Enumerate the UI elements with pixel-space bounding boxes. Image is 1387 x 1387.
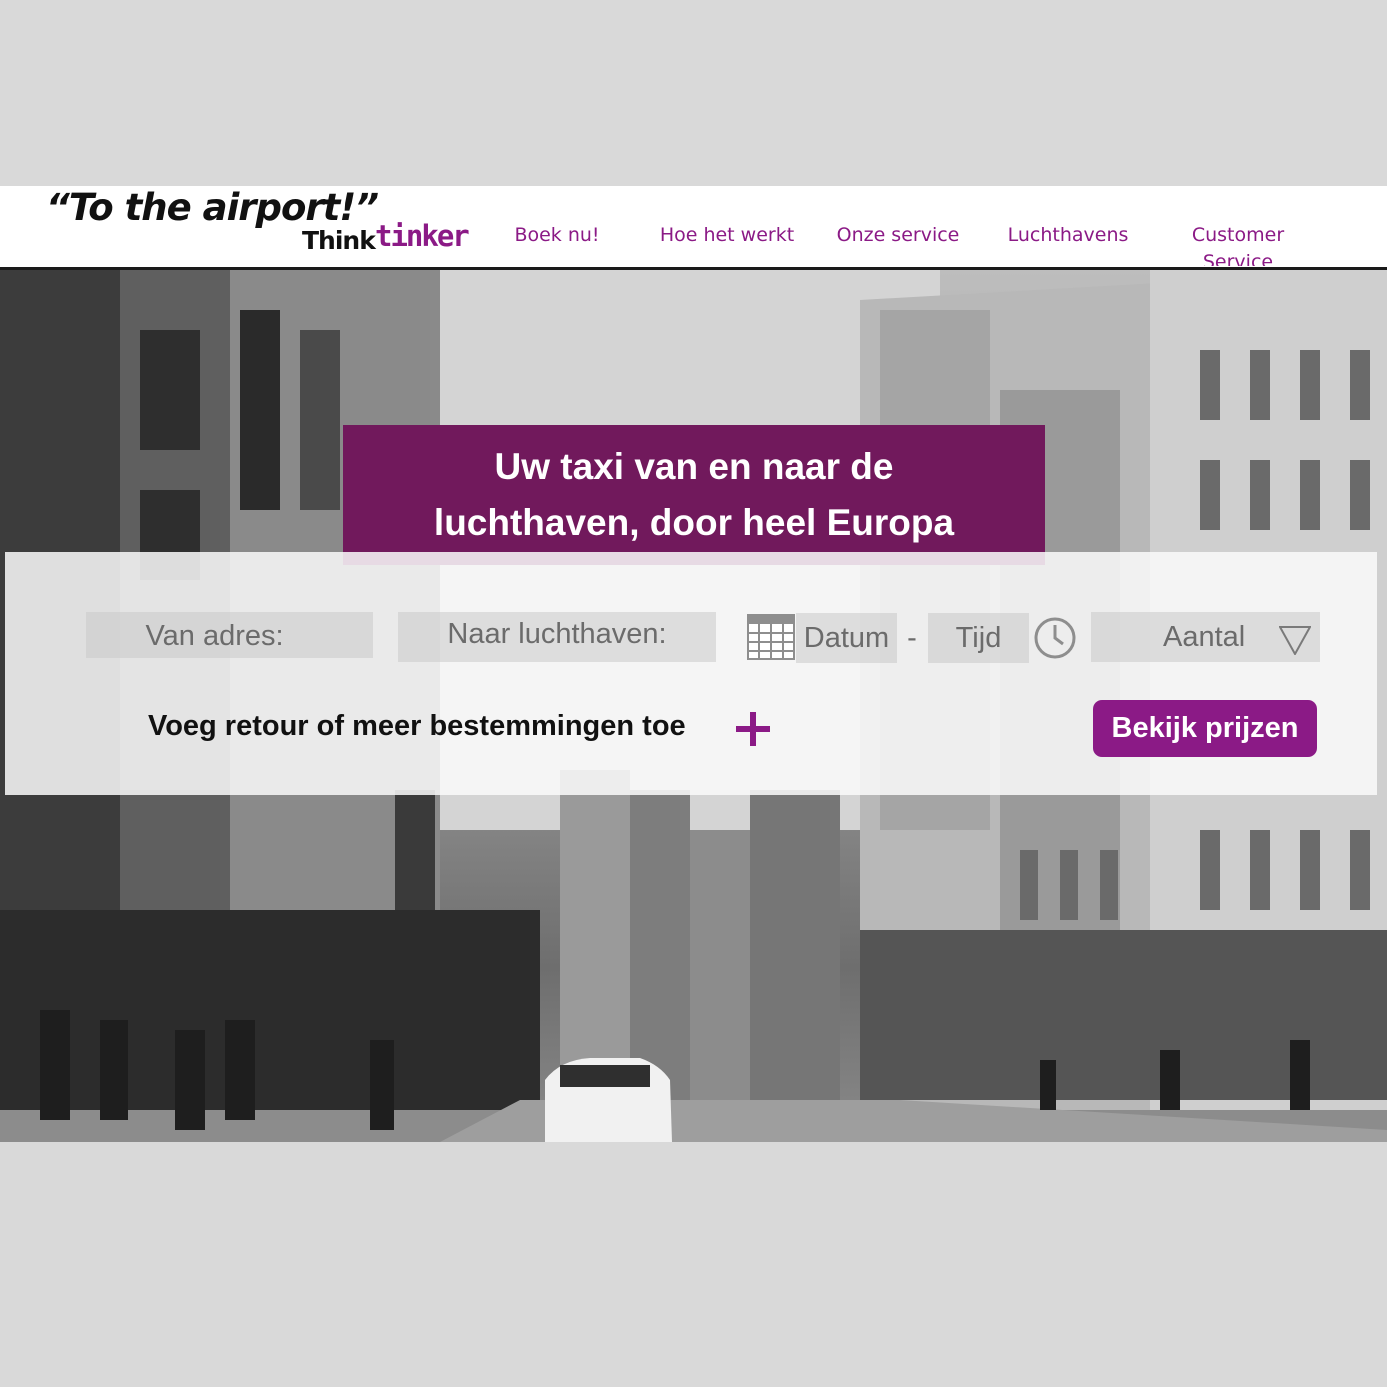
add-return-label[interactable]: Voeg retour of meer bestemmingen toe (148, 710, 686, 743)
view-prices-button[interactable]: Bekijk prijzen (1093, 700, 1317, 757)
hero-headline: Uw taxi van en naar de luchthaven, door … (343, 425, 1045, 565)
passenger-count-label: Aantal (1163, 621, 1246, 653)
passenger-count-select[interactable]: Aantal (1091, 612, 1320, 662)
clock-icon[interactable] (1033, 616, 1077, 660)
top-header: “To the airport!” Think tinker Boek nu! … (0, 186, 1387, 270)
to-airport-input[interactable]: Naar luchthaven: (398, 612, 716, 662)
nav-boek-nu[interactable]: Boek nu! (512, 222, 602, 249)
calendar-icon[interactable] (747, 613, 795, 661)
booking-panel (5, 552, 1377, 795)
logo-tinker[interactable]: tinker (375, 219, 470, 253)
date-input[interactable]: Datum (796, 613, 897, 663)
date-time-separator: - (907, 622, 917, 654)
logo-think[interactable]: Think (302, 226, 376, 255)
nav-hoe-het-werkt[interactable]: Hoe het werkt (656, 222, 798, 249)
logo-slogan[interactable]: “To the airport!” (46, 186, 379, 229)
chevron-down-icon (1278, 621, 1312, 657)
nav-customer-service[interactable]: Customer Service (1178, 222, 1298, 266)
headline-line-1: Uw taxi van en naar de (494, 446, 894, 487)
nav-luchthavens[interactable]: Luchthavens (1004, 222, 1132, 249)
nav-onze-service[interactable]: Onze service (834, 222, 962, 249)
add-destination-plus-icon[interactable] (736, 712, 770, 746)
headline-line-2: luchthaven, door heel Europa (433, 502, 955, 543)
from-address-input[interactable]: Van adres: (86, 612, 373, 658)
time-input[interactable]: Tijd (928, 613, 1029, 663)
